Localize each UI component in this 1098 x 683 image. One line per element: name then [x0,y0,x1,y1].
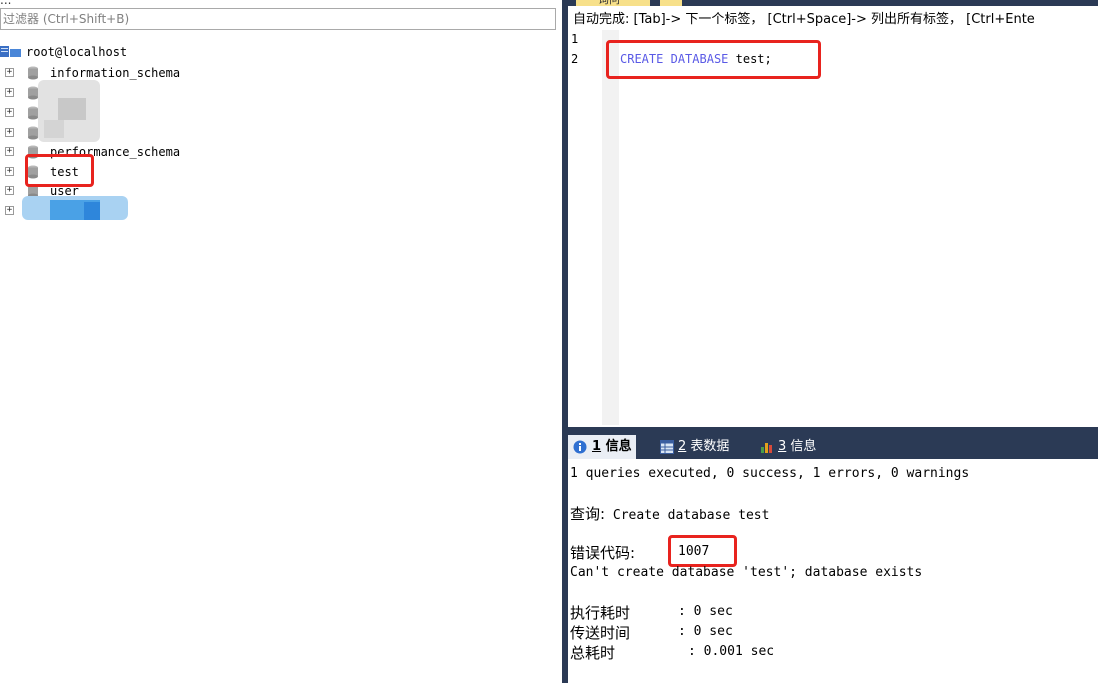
table-icon [660,440,674,454]
result-tab-label: 信息 [605,439,632,454]
transfer-time-label: 传送时间 [570,624,631,642]
server-icon [0,46,21,57]
info-icon [573,440,587,454]
exec-time-line: 执行耗时 : 0 sec [570,602,733,623]
filter-input[interactable]: 过滤器 (Ctrl+Shift+B) [0,8,556,30]
sql-editor[interactable]: 1 2 CREATE DATABASE test; [568,30,1098,425]
expand-icon[interactable]: + [5,88,14,97]
error-message: Can't create database 'test'; database e… [570,565,923,580]
expand-icon[interactable]: + [5,108,14,117]
tree-item-blurred[interactable]: + [0,84,200,102]
total-time-line: 总耗时 : 0.001 sec [570,642,774,663]
line-number-gutter: 1 2 [568,30,602,425]
chart-icon [761,443,772,453]
line-number: 1 [571,32,579,46]
query-label: 查询: [570,505,606,523]
highlight-create-statement [606,40,821,79]
query-line: 查询: Create database test [570,503,769,524]
result-message-panel: 1 queries executed, 0 success, 1 errors,… [568,459,1098,683]
tab-result-info-3[interactable]: 3 信息 [758,435,816,459]
tree-item-information-schema[interactable]: + information_schema [0,64,200,82]
autocomplete-hint: 自动完成: [Tab]-> 下一个标签， [Ctrl+Space]-> 列出所有… [568,10,1098,30]
tab-result-info[interactable]: 1 信息 [568,435,636,459]
total-time-label: 总耗时 [570,644,616,662]
result-summary: 1 queries executed, 0 success, 1 errors,… [570,466,970,481]
expand-icon[interactable]: + [5,206,14,215]
connection-label: root@localhost [26,45,128,59]
fold-margin [602,30,619,425]
tree-item-blurred[interactable]: + [0,104,200,122]
expand-icon[interactable]: + [5,167,14,176]
tab-result-table[interactable]: 2 表数据 [658,435,729,459]
result-tab-number: 2 [678,439,687,454]
object-browser: ... 过滤器 (Ctrl+Shift+B) root@localhost + … [0,0,562,683]
line-number: 2 [571,52,579,66]
error-code-line: 错误代码: 1007 [570,542,709,563]
result-tabstrip: 1 信息 2 表数据 3 信息 [568,433,1098,459]
tab-query[interactable]: 询问 [576,0,650,6]
result-tab-number: 3 [778,439,787,454]
editor-tabstrip: 询问 [568,0,1098,6]
exec-time-value: : 0 sec [678,604,733,619]
transfer-time-value: : 0 sec [678,624,733,639]
exec-time-label: 执行耗时 [570,604,631,622]
database-icon [28,66,38,80]
new-tab-button[interactable] [660,0,682,6]
tab-query-label: 询问 [598,0,620,6]
total-time-value: : 0.001 sec [688,644,775,659]
query-text: Create database test [612,508,770,523]
expand-icon[interactable]: + [5,186,14,195]
highlight-test-db [25,154,94,187]
blur-mask [84,202,100,220]
expand-icon[interactable]: + [5,147,14,156]
result-tab-number: 1 [592,439,602,454]
object-browser-header: ... [0,0,560,6]
blur-mask [44,120,64,138]
transfer-time-line: 传送时间 : 0 sec [570,622,733,643]
blur-mask [58,98,86,120]
expand-icon[interactable]: + [5,128,14,137]
tree-item-blurred[interactable]: + [0,124,200,142]
highlight-error-code [668,535,737,567]
result-tab-label: 表数据 [690,439,730,454]
result-tab-label: 信息 [790,439,817,454]
query-editor-panel: 询问 自动完成: [Tab]-> 下一个标签， [Ctrl+Space]-> 列… [568,0,1098,683]
error-code-label: 错误代码: [570,544,636,562]
expand-icon[interactable]: + [5,68,14,77]
